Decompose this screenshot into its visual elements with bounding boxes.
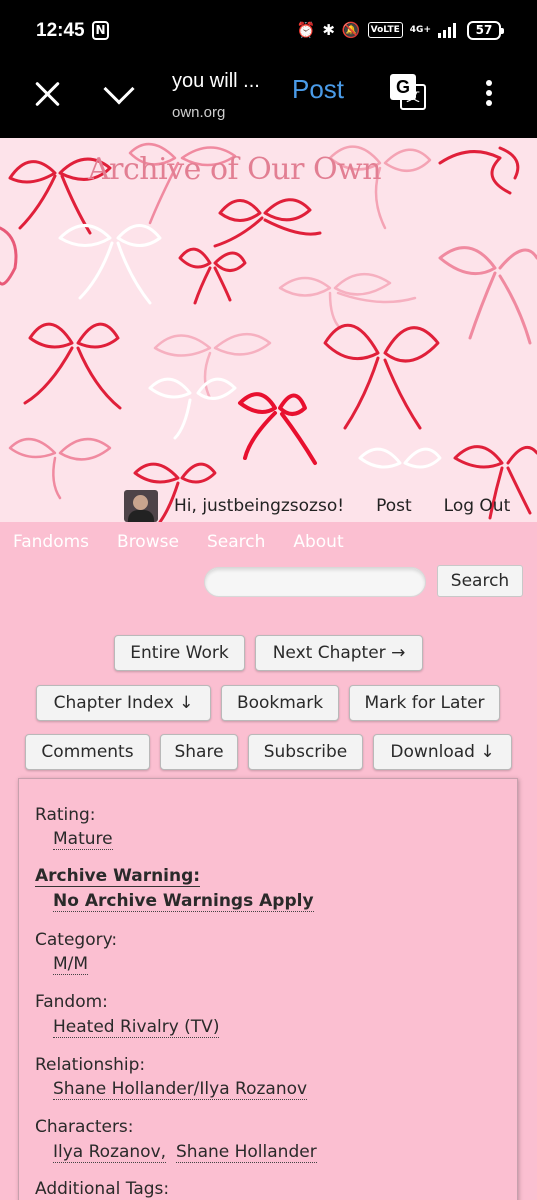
- category-label: Category:: [35, 930, 118, 950]
- greeting-link[interactable]: Hi, justbeingzsozso!: [174, 496, 344, 516]
- bluetooth-icon: ✱: [322, 21, 335, 39]
- browser-toolbar: you will ... own.org Post 文 G: [0, 62, 537, 138]
- entire-work-button[interactable]: Entire Work: [114, 635, 245, 671]
- post-link[interactable]: Post: [376, 496, 412, 516]
- relationship-label: Relationship:: [35, 1055, 146, 1075]
- site-title[interactable]: Archive of Our Own: [88, 152, 382, 187]
- primary-nav: Fandoms Browse Search About Search: [0, 522, 537, 634]
- warning-value[interactable]: No Archive Warnings Apply: [53, 891, 314, 912]
- relationship-value[interactable]: Shane Hollander/Ilya Rozanov: [53, 1079, 308, 1100]
- site-header: Archive of Our Own Hi, justbeingzsozso! …: [0, 138, 537, 522]
- nav-search[interactable]: Search: [207, 532, 265, 552]
- chapter-index-button[interactable]: Chapter Index ↓: [36, 685, 211, 721]
- rating-value[interactable]: Mature: [53, 829, 113, 850]
- avatar[interactable]: [124, 490, 158, 522]
- comments-button[interactable]: Comments: [25, 734, 150, 770]
- close-icon[interactable]: [34, 80, 62, 108]
- work-meta: Rating: Mature Archive Warning: No Archi…: [18, 778, 518, 1200]
- rating-label: Rating:: [35, 805, 96, 825]
- network-type: 4G+: [409, 25, 431, 35]
- volte-icon: VoLTE: [367, 22, 403, 38]
- nav-fandoms[interactable]: Fandoms: [13, 532, 89, 552]
- mute-icon: 🔕: [341, 21, 361, 39]
- character-ilya[interactable]: Ilya Rozanov,: [53, 1142, 167, 1163]
- status-time: 12:45: [36, 20, 85, 41]
- bookmark-button[interactable]: Bookmark: [221, 685, 339, 721]
- fandom-value[interactable]: Heated Rivalry (TV): [53, 1017, 220, 1038]
- characters-label: Characters:: [35, 1117, 134, 1137]
- translate-glyph: G: [390, 74, 416, 100]
- next-chapter-button[interactable]: Next Chapter →: [255, 635, 423, 671]
- search-input[interactable]: [204, 567, 426, 597]
- more-menu-icon[interactable]: [482, 80, 496, 110]
- translate-icon[interactable]: 文 G: [390, 74, 426, 110]
- nav-about[interactable]: About: [293, 532, 343, 552]
- page-url: own.org: [172, 104, 226, 121]
- nav-links: Fandoms Browse Search About: [13, 532, 344, 552]
- page-title: you will ...: [172, 70, 260, 92]
- n-badge-icon: N: [92, 21, 109, 40]
- user-nav: Hi, justbeingzsozso! Post Log Out: [124, 490, 510, 522]
- fandom-label: Fandom:: [35, 992, 108, 1012]
- battery-icon: 57: [467, 20, 504, 40]
- alarm-icon: ⏰: [296, 21, 316, 39]
- search-button[interactable]: Search: [437, 565, 523, 597]
- character-shane[interactable]: Shane Hollander: [176, 1142, 317, 1163]
- category-value[interactable]: M/M: [53, 954, 89, 975]
- nav-browse[interactable]: Browse: [117, 532, 179, 552]
- status-icons: ⏰ ✱ 🔕 VoLTE 4G+ 57: [296, 18, 504, 42]
- share-button[interactable]: Share: [160, 734, 238, 770]
- mark-for-later-button[interactable]: Mark for Later: [349, 685, 500, 721]
- subscribe-button[interactable]: Subscribe: [248, 734, 363, 770]
- download-button[interactable]: Download ↓: [373, 734, 512, 770]
- status-bar: 12:45 N ⏰ ✱ 🔕 VoLTE 4G+ 57: [0, 0, 537, 62]
- logout-link[interactable]: Log Out: [444, 496, 511, 516]
- warning-label[interactable]: Archive Warning:: [35, 866, 201, 887]
- chevron-down-icon[interactable]: [103, 73, 135, 105]
- ribbon-background: [0, 143, 537, 522]
- signal-icon: [438, 23, 456, 38]
- post-button[interactable]: Post: [292, 74, 344, 105]
- additional-tags-label: Additional Tags:: [35, 1179, 170, 1199]
